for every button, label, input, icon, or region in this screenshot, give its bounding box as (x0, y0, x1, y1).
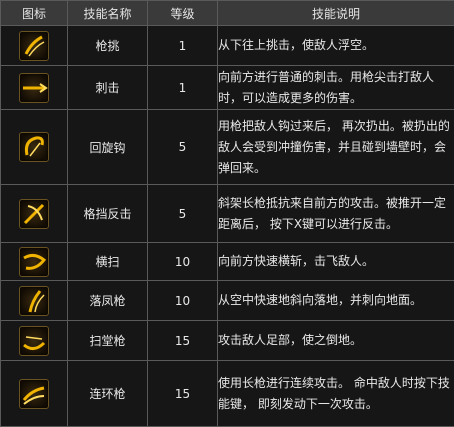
skill-description: 从下往上挑击，使敌人浮空。 (218, 26, 454, 66)
spear-thrust-icon (19, 31, 49, 61)
skill-level: 5 (148, 110, 218, 185)
skill-level: 5 (148, 185, 218, 243)
icon-cell (1, 361, 68, 427)
sweep-icon (19, 247, 49, 277)
table-row: 刺击 1 向前方进行普通的刺击。用枪尖击打敌人时，可以造成更多的伤害。 (1, 66, 454, 110)
skill-name: 连环枪 (68, 361, 148, 427)
table-row: 扫堂枪 15 攻击敌人足部，使之倒地。 (1, 321, 454, 361)
header-row: 图标 技能名称 等级 技能说明 (1, 1, 454, 26)
skill-name: 格挡反击 (68, 185, 148, 243)
icon-cell (1, 243, 68, 281)
skill-level: 10 (148, 243, 218, 281)
header-skill-name: 技能名称 (68, 1, 148, 26)
skill-description: 用枪把敌人钩过来后， 再次扔出。被扔出的敌人会受到冲撞伤害，并且碰到墙壁时，会弹… (218, 110, 454, 185)
skill-level: 1 (148, 66, 218, 110)
skill-name: 横扫 (68, 243, 148, 281)
ground-sweep-icon (19, 326, 49, 356)
return-hook-icon (19, 132, 49, 162)
skill-name: 落凤枪 (68, 281, 148, 321)
table-row: 格挡反击 5 斜架长枪抵抗来自前方的攻击。被推开一定距离后， 按下X键可以进行反… (1, 185, 454, 243)
skill-table: 图标 技能名称 等级 技能说明 枪挑 1 从下往上挑击，使敌人浮空。 刺击 1 (0, 0, 454, 427)
table-row: 回旋钩 5 用枪把敌人钩过来后， 再次扔出。被扔出的敌人会受到冲撞伤害，并且碰到… (1, 110, 454, 185)
header-description: 技能说明 (218, 1, 454, 26)
table-row: 落凤枪 10 从空中快速地斜向落地，并刺向地面。 (1, 281, 454, 321)
icon-cell (1, 26, 68, 66)
skill-description: 从空中快速地斜向落地，并刺向地面。 (218, 281, 454, 321)
table-row: 连环枪 15 使用长枪进行连续攻击。 命中敌人时按下技能键， 即刻发动下一次攻击… (1, 361, 454, 427)
skill-name: 回旋钩 (68, 110, 148, 185)
skill-level: 15 (148, 321, 218, 361)
skill-description: 斜架长枪抵抗来自前方的攻击。被推开一定距离后， 按下X键可以进行反击。 (218, 185, 454, 243)
table-row: 横扫 10 向前方快速横斩，击飞敌人。 (1, 243, 454, 281)
skill-level: 10 (148, 281, 218, 321)
header-icon: 图标 (1, 1, 68, 26)
chain-spear-icon (19, 379, 49, 409)
skill-description: 使用长枪进行连续攻击。 命中敌人时按下技能键， 即刻发动下一次攻击。 (218, 361, 454, 427)
icon-cell (1, 185, 68, 243)
skill-description: 攻击敌人足部，使之倒地。 (218, 321, 454, 361)
icon-cell (1, 321, 68, 361)
stab-icon (19, 73, 49, 103)
skill-description: 向前方快速横斩，击飞敌人。 (218, 243, 454, 281)
falling-spear-icon (19, 286, 49, 316)
skill-name: 枪挑 (68, 26, 148, 66)
skill-description: 向前方进行普通的刺击。用枪尖击打敌人时，可以造成更多的伤害。 (218, 66, 454, 110)
skill-level: 1 (148, 26, 218, 66)
icon-cell (1, 110, 68, 185)
header-level: 等级 (148, 1, 218, 26)
table-row: 枪挑 1 从下往上挑击，使敌人浮空。 (1, 26, 454, 66)
icon-cell (1, 66, 68, 110)
skill-level: 15 (148, 361, 218, 427)
skill-name: 扫堂枪 (68, 321, 148, 361)
icon-cell (1, 281, 68, 321)
parry-counter-icon (19, 199, 49, 229)
skill-name: 刺击 (68, 66, 148, 110)
